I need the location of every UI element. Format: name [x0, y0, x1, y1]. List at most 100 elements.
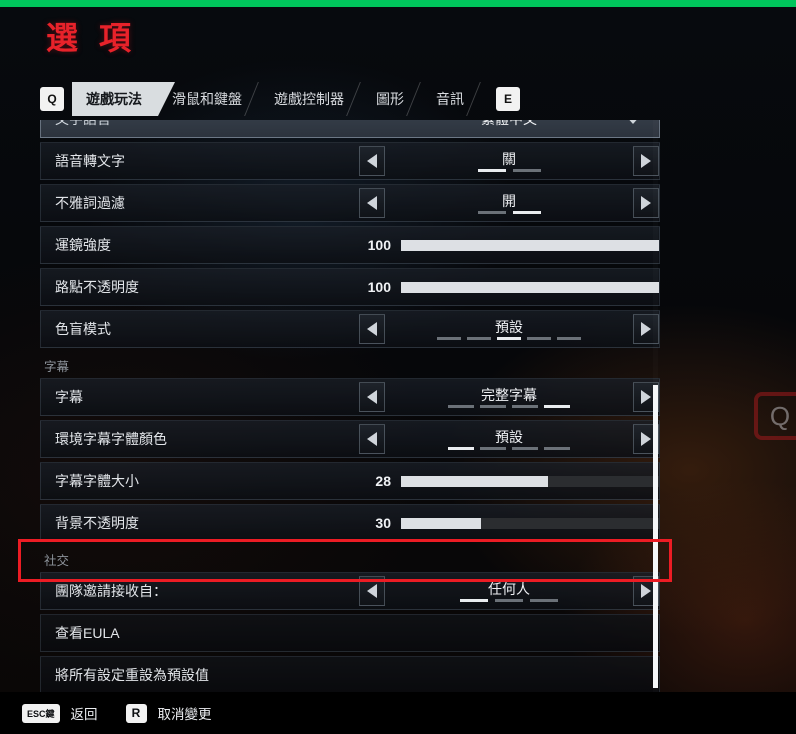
group-heading-subtitles: 字幕: [44, 359, 70, 374]
prev-value-button[interactable]: [359, 382, 385, 412]
chevron-right-icon: [641, 196, 651, 210]
row-label: 字幕: [55, 389, 83, 405]
prev-value-button[interactable]: [359, 314, 385, 344]
segment: [448, 404, 474, 408]
segment-indicator: [437, 336, 581, 340]
row-label: 背景不透明度: [55, 515, 139, 531]
slider-track[interactable]: [401, 517, 659, 529]
slider-fill: [401, 475, 549, 487]
segment: [477, 210, 506, 214]
setting-row-team-invites-from[interactable]: 團隊邀請接收自： 任何人: [40, 572, 660, 610]
row-label: 語音轉文字: [55, 153, 125, 169]
prev-value-button[interactable]: [359, 146, 385, 176]
segment: [467, 336, 491, 340]
setting-row-speech-to-text[interactable]: 語音轉文字 關: [40, 142, 660, 180]
row-value: 開: [502, 192, 516, 209]
accent-top-bar: [0, 0, 796, 7]
segment: [512, 168, 541, 172]
chevron-right-icon: [641, 322, 651, 336]
setting-row-camera-intensity[interactable]: 運鏡強度 100: [40, 226, 660, 264]
chevron-down-icon[interactable]: [625, 120, 641, 124]
segment-indicator: [477, 210, 541, 214]
row-value: 預設: [495, 318, 523, 335]
row-slider[interactable]: 100: [359, 227, 659, 263]
chevron-left-icon: [367, 154, 377, 168]
selector-center: 完整字幕: [385, 379, 633, 415]
tab-label: 遊戲玩法: [86, 91, 142, 107]
segment: [544, 404, 570, 408]
scrollbar-thumb[interactable]: [653, 385, 658, 688]
setting-row-view-eula[interactable]: 查看EULA: [40, 614, 660, 652]
options-screen: 選 項 Q Q 遊戲玩法 滑鼠和鍵盤 遊戲控制器 圖形 音訊 E 語音轉文字 關…: [0, 0, 796, 734]
segment: [437, 336, 461, 340]
slider-track[interactable]: [401, 239, 659, 251]
row-value: 預設: [495, 428, 523, 445]
row-label: 色盲模式: [55, 321, 111, 337]
tab-audio[interactable]: 音訊: [422, 82, 498, 116]
setting-row-subtitle-font-size[interactable]: 字幕字體大小 28: [40, 462, 660, 500]
segment: [497, 336, 521, 340]
row-slider[interactable]: 30: [359, 505, 659, 541]
chevron-left-icon: [367, 584, 377, 598]
chevron-left-icon: [367, 432, 377, 446]
prev-tab-key[interactable]: Q: [40, 87, 64, 111]
setting-row-reset-defaults[interactable]: 將所有設定重設為預設值: [40, 656, 660, 693]
next-tab-key[interactable]: E: [496, 87, 520, 111]
tab-label: 音訊: [436, 91, 464, 107]
slider-value: 28: [375, 473, 391, 489]
row-label: 將所有設定重設為預設值: [55, 667, 209, 683]
row-label: 路點不透明度: [55, 279, 139, 295]
hint-back[interactable]: ESC鍵 返回: [22, 703, 98, 723]
row-label: 團隊邀請接收自：: [55, 583, 167, 599]
setting-row-waypoint-opacity[interactable]: 路點不透明度 100: [40, 268, 660, 306]
segment: [495, 598, 523, 602]
segment: [480, 446, 506, 450]
segment: [544, 446, 570, 450]
selector-center: 任何人: [385, 573, 633, 609]
slider-track[interactable]: [401, 475, 659, 487]
setting-row-colorblind-mode[interactable]: 色盲模式 預設: [40, 310, 660, 348]
tab-controller[interactable]: 遊戲控制器: [260, 82, 378, 116]
selector-center: 預設: [385, 311, 633, 347]
segment: [448, 446, 474, 450]
row-selector: 關: [359, 143, 659, 179]
tab-gameplay[interactable]: 遊戲玩法: [72, 82, 175, 116]
prev-value-button[interactable]: [359, 424, 385, 454]
slider-fill: [401, 239, 659, 251]
chevron-left-icon: [367, 390, 377, 404]
row-slider[interactable]: 28: [359, 463, 659, 499]
setting-row-ambient-subtitle-color[interactable]: 環境字幕字體顏色 預設: [40, 420, 660, 458]
segment: [512, 446, 538, 450]
chevron-right-icon: [641, 432, 651, 446]
slider-track[interactable]: [401, 281, 659, 293]
segment-indicator: [460, 598, 558, 602]
slider-fill: [401, 517, 481, 529]
row-selector: 開: [359, 185, 659, 221]
setting-row-text-language[interactable]: 文字語言 繁體中文: [40, 120, 660, 138]
tab-label: 遊戲控制器: [274, 91, 344, 107]
prev-value-button[interactable]: [359, 188, 385, 218]
hint-revert-changes[interactable]: R 取消變更: [125, 703, 212, 723]
tab-divider: [466, 82, 498, 116]
row-label: 文字語言: [41, 120, 111, 129]
row-label: 環境字幕字體顏色: [55, 431, 167, 447]
tab-list: 遊戲玩法 滑鼠和鍵盤 遊戲控制器 圖形 音訊: [72, 82, 498, 116]
row-value: 關: [502, 150, 516, 167]
row-selector: 任何人: [359, 573, 659, 609]
tab-mouse-keyboard[interactable]: 滑鼠和鍵盤: [158, 82, 276, 116]
slider-value: 100: [367, 279, 391, 295]
esc-keycap: ESC鍵: [22, 703, 60, 723]
row-label: 查看EULA: [55, 625, 120, 641]
setting-row-subtitles[interactable]: 字幕 完整字幕: [40, 378, 660, 416]
setting-row-background-opacity[interactable]: 背景不透明度 30: [40, 504, 660, 542]
row-selector: 完整字幕: [359, 379, 659, 415]
prev-value-button[interactable]: [359, 576, 385, 606]
row-slider[interactable]: 100: [359, 269, 659, 305]
page-title: 選 項: [46, 20, 137, 56]
row-value: 繁體中文: [359, 120, 659, 137]
segment: [557, 336, 581, 340]
slider-fill: [401, 281, 659, 293]
setting-row-profanity-filter[interactable]: 不雅詞過濾 開: [40, 184, 660, 222]
tab-graphics[interactable]: 圖形: [362, 82, 438, 116]
segment: [527, 336, 551, 340]
